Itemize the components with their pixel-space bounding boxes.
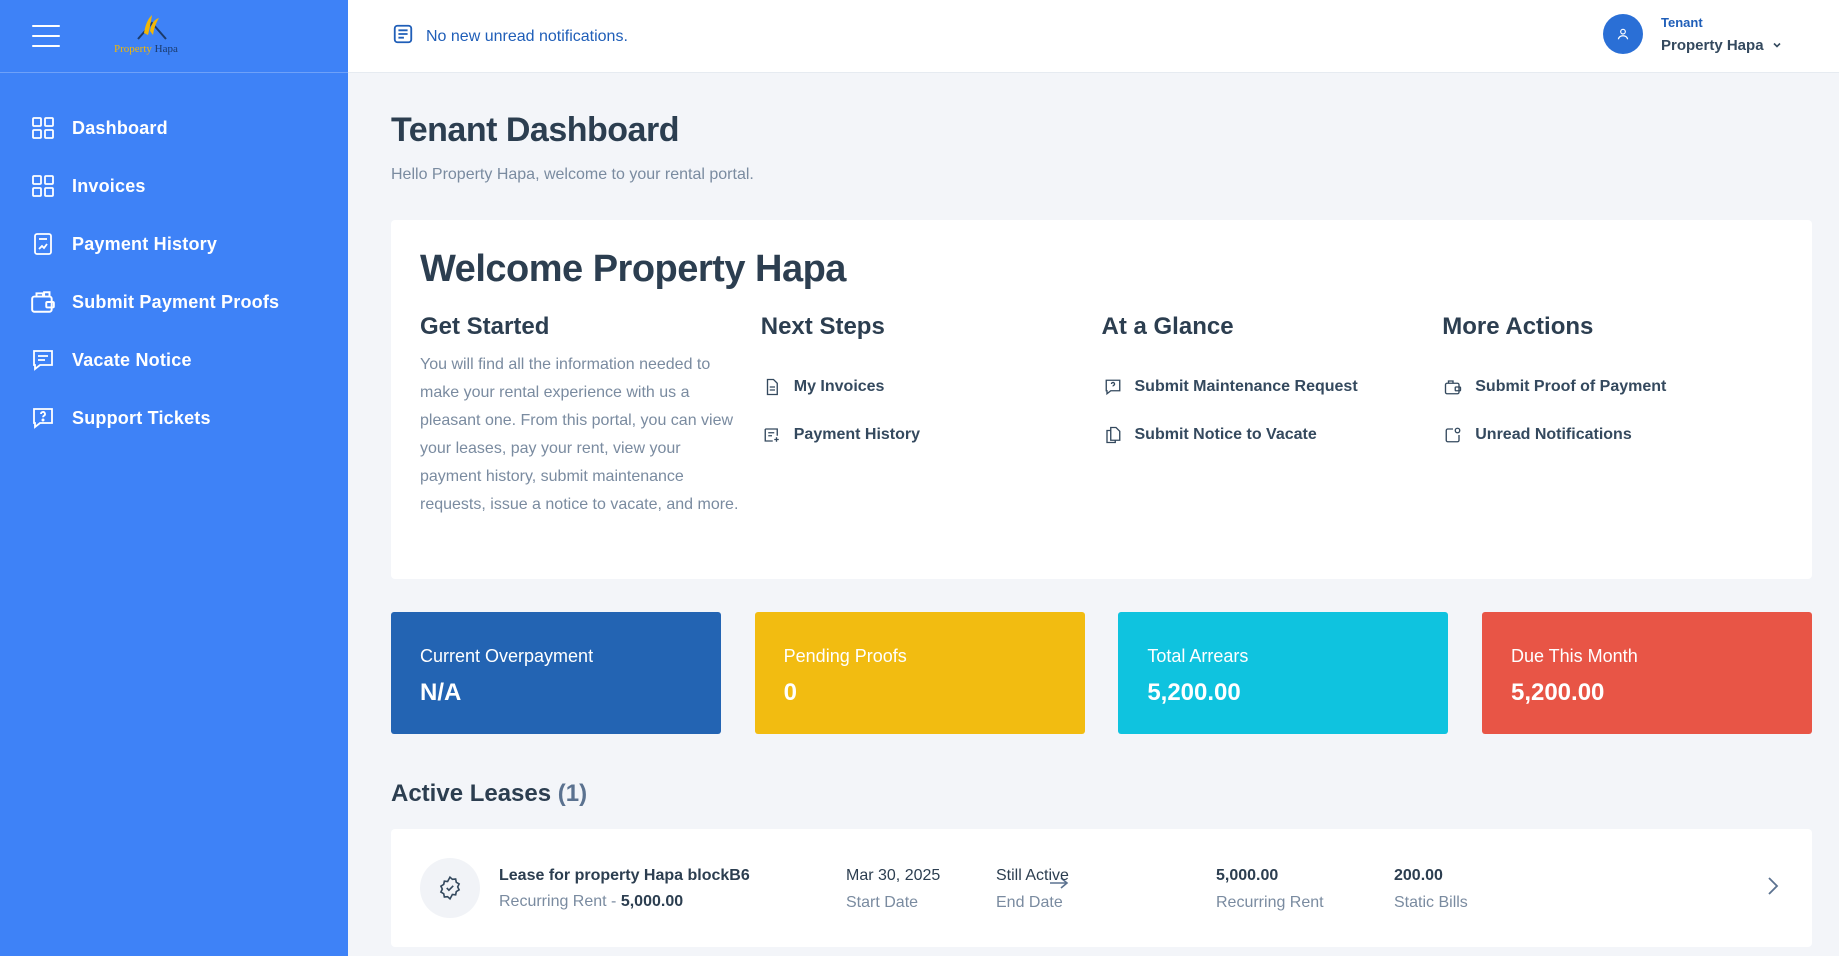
sidebar-item-label: Dashboard: [72, 117, 168, 138]
top-bar: No new unread notifications. Tenant Prop…: [348, 0, 1839, 73]
chevron-down-icon: [1772, 37, 1782, 54]
lease-static-bills: 200.00 Static Bills: [1394, 867, 1468, 911]
at-a-glance-section: At a Glance Submit Maintenance Request S…: [1102, 313, 1443, 519]
stat-label: Current Overpayment: [420, 646, 594, 666]
stat-card-due-this-month: Due This Month 5,200.00: [1481, 612, 1812, 734]
user-role: Tenant: [1661, 14, 1703, 30]
notification-text: No new unread notifications.: [426, 27, 628, 45]
stat-value: 0: [783, 679, 798, 706]
badge-icon: [420, 858, 480, 918]
lease-name: Lease for property Hapa blockB6: [499, 867, 750, 884]
payment-history-link[interactable]: Payment History: [761, 411, 1102, 459]
menu-toggle-icon[interactable]: [32, 25, 60, 47]
section-heading: At a Glance: [1101, 313, 1234, 340]
notification-icon: [1442, 424, 1464, 446]
brand-logo[interactable]: Property Hapa: [114, 13, 194, 59]
sidebar-header: Property Hapa: [0, 0, 348, 73]
lease-start-date: Mar 30, 2025 Start Date: [846, 867, 941, 911]
get-started-text: You will find all the information needed…: [420, 356, 739, 513]
welcome-title: Welcome Property Hapa: [420, 248, 846, 290]
sidebar: Property Hapa Dashboard Invoices Payment…: [0, 0, 348, 956]
next-steps-section: Next Steps My Invoices Payment History: [761, 313, 1102, 519]
get-started-section: Get Started You will find all the inform…: [420, 313, 761, 519]
stat-card-pending-proofs: Pending Proofs 0: [754, 612, 1085, 734]
receipt-chart-icon: [30, 231, 56, 257]
stat-value: 5,200.00: [1147, 679, 1241, 706]
lease-row[interactable]: Lease for property Hapa blockB6 Recurrin…: [391, 829, 1812, 947]
lease-recurring-rent: 5,000.00 Recurring Rent: [1216, 867, 1324, 911]
lease-end-date: Still Active End Date: [996, 867, 1069, 911]
document-icon: [761, 376, 783, 398]
avatar: [1603, 14, 1643, 54]
page-title: Tenant Dashboard: [391, 111, 679, 149]
grid-icon: [30, 173, 56, 199]
sidebar-nav: Dashboard Invoices Payment History Submi…: [0, 73, 348, 447]
user-menu[interactable]: Tenant Property Hapa: [1603, 14, 1782, 54]
notification-banner[interactable]: No new unread notifications.: [392, 23, 628, 50]
message-question-icon: [1102, 376, 1124, 398]
unread-notifications-link[interactable]: Unread Notifications: [1442, 411, 1783, 459]
stat-label: Due This Month: [1510, 646, 1638, 666]
sidebar-item-invoices[interactable]: Invoices: [0, 157, 348, 215]
notification-list-icon: [392, 23, 414, 50]
document-copy-icon: [1102, 424, 1124, 446]
receipt-add-icon: [761, 424, 783, 446]
submit-notice-to-vacate-link[interactable]: Submit Notice to Vacate: [1102, 411, 1443, 459]
message-question-icon: [30, 405, 56, 431]
submit-proof-of-payment-link[interactable]: Submit Proof of Payment: [1442, 363, 1783, 411]
main-content: Tenant Dashboard Hello Property Hapa, we…: [391, 73, 1812, 947]
stat-label: Pending Proofs: [783, 646, 907, 666]
sidebar-item-label: Invoices: [72, 175, 146, 196]
sidebar-item-label: Support Tickets: [72, 407, 211, 428]
section-heading: Get Started: [420, 313, 550, 340]
sidebar-item-label: Vacate Notice: [72, 349, 192, 370]
welcome-card: Welcome Property Hapa Get Started You wi…: [391, 220, 1812, 579]
sidebar-item-vacate-notice[interactable]: Vacate Notice: [0, 331, 348, 389]
stat-value: 5,200.00: [1510, 679, 1605, 706]
logo-wordmark: Property Hapa: [114, 43, 178, 55]
grid-icon: [30, 115, 56, 141]
chevron-right-icon[interactable]: [1766, 874, 1780, 903]
section-heading: More Actions: [1442, 313, 1594, 340]
my-invoices-link[interactable]: My Invoices: [761, 363, 1102, 411]
page-subtitle: Hello Property Hapa, welcome to your ren…: [391, 166, 754, 183]
stat-label: Total Arrears: [1147, 646, 1249, 666]
sidebar-item-support-tickets[interactable]: Support Tickets: [0, 389, 348, 447]
user-name: Property Hapa: [1661, 36, 1764, 54]
stat-value: N/A: [420, 679, 462, 706]
sidebar-item-payment-history[interactable]: Payment History: [0, 215, 348, 273]
stats-row: Current Overpayment N/A Pending Proofs 0…: [391, 612, 1812, 734]
submit-maintenance-request-link[interactable]: Submit Maintenance Request: [1102, 363, 1443, 411]
sidebar-item-dashboard[interactable]: Dashboard: [0, 99, 348, 157]
more-actions-section: More Actions Submit Proof of Payment Unr…: [1442, 313, 1783, 519]
message-lines-icon: [30, 347, 56, 373]
sidebar-item-label: Submit Payment Proofs: [72, 291, 280, 312]
active-leases-heading: Active Leases (1): [391, 780, 588, 807]
lease-rent-summary: Recurring Rent - 5,000.00: [499, 893, 684, 910]
sidebar-item-label: Payment History: [72, 233, 218, 254]
section-heading: Next Steps: [760, 313, 885, 340]
stat-card-total-arrears: Total Arrears 5,200.00: [1118, 612, 1449, 734]
sidebar-item-submit-payment-proofs[interactable]: Submit Payment Proofs: [0, 273, 348, 331]
wallet-icon: [1442, 376, 1464, 398]
stat-card-current-overpayment: Current Overpayment N/A: [391, 612, 721, 734]
wallet-icon: [30, 289, 56, 315]
lease-count: (1): [557, 780, 588, 807]
